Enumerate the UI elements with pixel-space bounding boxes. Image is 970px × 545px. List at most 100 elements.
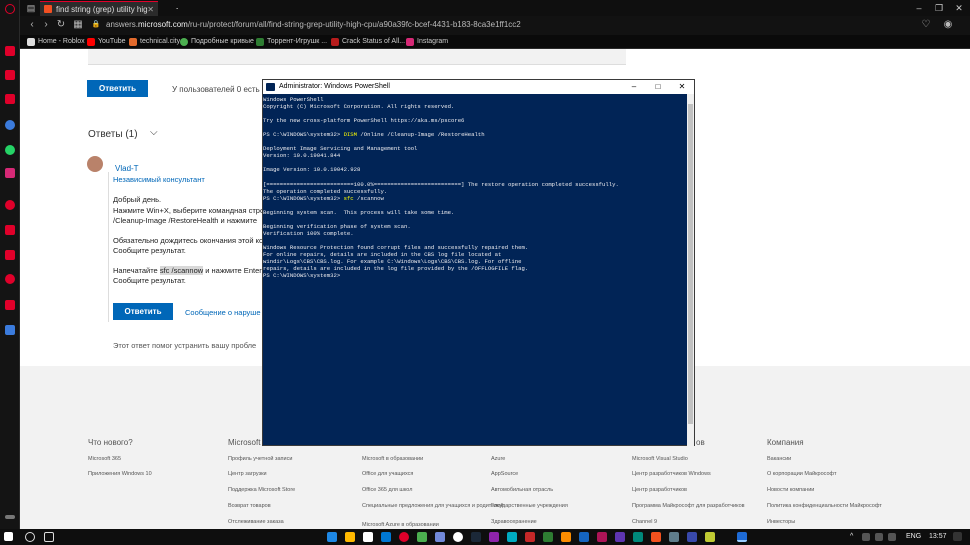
footer-link[interactable]: Новости компании — [767, 487, 814, 493]
ps-minimize-icon[interactable]: – — [622, 80, 646, 94]
chrome-icon[interactable] — [453, 532, 463, 542]
report-abuse-link[interactable]: Сообщение о наруше — [185, 308, 261, 317]
user-role[interactable]: Независимый консультант — [113, 175, 205, 184]
reply-button-top[interactable]: Ответить — [87, 80, 148, 97]
speed-dial-grid-icon[interactable]: ▦ — [72, 18, 84, 32]
tray-chevron-icon[interactable]: ^ — [850, 531, 853, 543]
footer-link[interactable]: Центр разработчиков — [632, 487, 687, 493]
powershell-taskbar-icon[interactable] — [737, 532, 747, 542]
bookmark-curves[interactable]: Подробные кривые ... — [180, 36, 262, 48]
notifications-icon[interactable] — [953, 532, 962, 541]
settings-icon[interactable] — [5, 274, 15, 284]
discord-icon[interactable] — [435, 532, 445, 542]
url-field[interactable]: answers.microsoft.com/ru-ru/protect/foru… — [106, 18, 521, 32]
account-icon[interactable]: ◉ — [942, 18, 954, 32]
opera-logo-icon[interactable] — [5, 4, 15, 14]
opera-taskbar-icon[interactable] — [399, 532, 409, 542]
task-view-icon[interactable] — [44, 532, 54, 542]
footer-link[interactable]: Microsoft 365 — [88, 456, 121, 462]
app-icon-11[interactable] — [651, 532, 661, 542]
minimize-icon[interactable]: – — [910, 0, 928, 16]
reply-button[interactable]: Ответить — [113, 303, 173, 320]
footer-link[interactable]: Отслеживание заказа — [228, 519, 284, 525]
footer-link[interactable]: Инвесторы — [767, 519, 795, 525]
app-icon-5[interactable] — [543, 532, 553, 542]
footer-link[interactable]: Приложения Windows 10 — [88, 471, 152, 477]
ps-close-icon[interactable]: ✕ — [670, 80, 694, 94]
speed-dial-icon[interactable] — [5, 70, 15, 80]
back-icon[interactable]: ‹ — [26, 18, 38, 32]
maximize-icon[interactable]: ❐ — [930, 0, 948, 16]
footer-link[interactable]: Office 365 для школ — [362, 487, 412, 493]
footer-link[interactable]: Channel 9 — [632, 519, 657, 525]
more-icon[interactable] — [5, 515, 15, 519]
close-tab-icon[interactable]: ✕ — [147, 2, 154, 16]
footer-link[interactable]: Центр загрузки — [228, 471, 267, 477]
messenger-icon[interactable] — [5, 120, 15, 130]
ps-scrollbar[interactable] — [687, 94, 694, 446]
app-icon-2[interactable] — [489, 532, 499, 542]
chevron-down-icon[interactable]: ⌵ — [150, 127, 158, 138]
app-icon-8[interactable] — [597, 532, 607, 542]
store-icon[interactable] — [363, 532, 373, 542]
app-icon-12[interactable] — [669, 532, 679, 542]
footer-link[interactable]: Вакансии — [767, 456, 791, 462]
footer-link[interactable]: Microsoft Visual Studio — [632, 456, 688, 462]
edge-icon[interactable] — [327, 532, 337, 542]
bookmarks-icon[interactable] — [5, 300, 15, 310]
tab-active[interactable]: find string (grep) utility hig ✕ — [40, 1, 158, 16]
footer-link[interactable]: Государственные учреждения — [491, 503, 568, 509]
footer-link[interactable]: Office для учащихся — [362, 471, 413, 477]
home-icon[interactable] — [5, 46, 15, 56]
bookmark-technical-city[interactable]: technical.city — [129, 36, 180, 48]
player-icon[interactable] — [5, 200, 15, 210]
bookmark-heart-icon[interactable]: ♡ — [920, 18, 932, 32]
app-icon-9[interactable] — [615, 532, 625, 542]
battery-icon[interactable] — [888, 533, 896, 541]
ps-maximize-icon[interactable]: □ — [646, 80, 670, 94]
mail-icon[interactable] — [381, 532, 391, 542]
new-tab-button[interactable]: + — [160, 1, 178, 16]
footer-link[interactable]: Возврат товаров — [228, 503, 271, 509]
app-icon-6[interactable] — [561, 532, 571, 542]
footer-link[interactable]: О корпорации Майкрософт — [767, 471, 836, 477]
app-icon-4[interactable] — [525, 532, 535, 542]
search-icon[interactable] — [25, 532, 35, 542]
bookmark-torrent[interactable]: Торрент-Игрушк ... — [256, 36, 327, 48]
bookmark-instagram[interactable]: Instagram — [406, 36, 448, 48]
close-window-icon[interactable]: ✕ — [950, 0, 968, 16]
ps-scrollbar-thumb[interactable] — [688, 104, 693, 424]
footer-link[interactable]: Программа Майкрософт для разработчиков — [632, 503, 745, 509]
footer-link[interactable]: Центр разработчиков Windows — [632, 471, 711, 477]
app-icon-7[interactable] — [579, 532, 589, 542]
start-icon[interactable] — [4, 532, 13, 541]
footer-link[interactable]: Профиль учетной записи — [228, 456, 292, 462]
app-icon-13[interactable] — [687, 532, 697, 542]
bookmark-crack-status[interactable]: Crack Status of All... — [331, 36, 405, 48]
instagram-icon[interactable] — [5, 168, 15, 178]
footer-link[interactable]: Microsoft в образовании — [362, 456, 423, 462]
volume-icon[interactable] — [875, 533, 883, 541]
whatsapp-icon[interactable] — [5, 145, 15, 155]
clock[interactable]: 13:57 — [929, 531, 947, 543]
footer-link[interactable]: Microsoft Azure в образовании — [362, 522, 439, 528]
powershell-window[interactable]: Administrator: Windows PowerShell – □ ✕ … — [262, 79, 695, 446]
footer-link[interactable]: Автомобильная отрасль — [491, 487, 553, 493]
app-icon-10[interactable] — [633, 532, 643, 542]
bookmark-roblox[interactable]: Home - Roblox — [27, 36, 85, 48]
language-indicator[interactable]: ENG — [906, 531, 921, 543]
extensions-icon[interactable] — [5, 250, 15, 260]
sidebar-app-icon[interactable] — [5, 325, 15, 335]
footer-link[interactable]: AppSource — [491, 471, 518, 477]
user-name[interactable]: Vlad-T — [115, 164, 139, 173]
app-icon[interactable] — [417, 532, 427, 542]
app-icon-3[interactable] — [507, 532, 517, 542]
explorer-icon[interactable] — [345, 532, 355, 542]
footer-link[interactable]: Azure — [491, 456, 505, 462]
forward-icon[interactable]: › — [40, 18, 52, 32]
reload-icon[interactable]: ↻ — [55, 18, 67, 32]
bookmark-youtube[interactable]: YouTube — [87, 36, 126, 48]
powershell-titlebar[interactable]: Administrator: Windows PowerShell – □ ✕ — [263, 80, 694, 94]
avatar[interactable] — [87, 156, 103, 172]
footer-link[interactable]: Поддержка Microsoft Store — [228, 487, 295, 493]
